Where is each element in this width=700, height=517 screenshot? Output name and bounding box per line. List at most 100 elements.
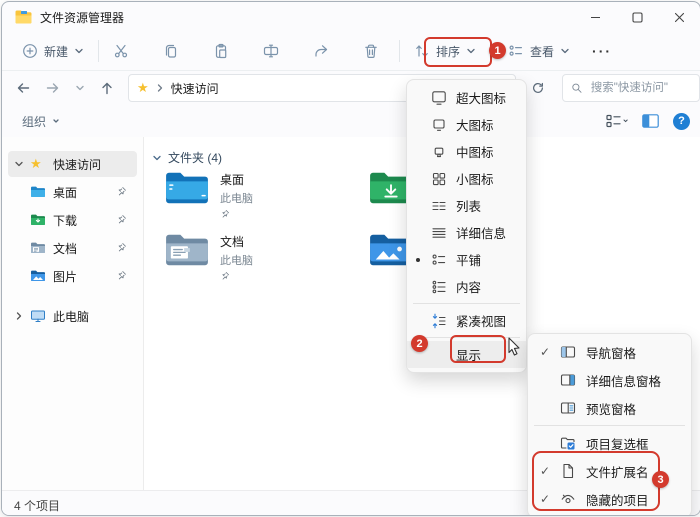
documents-folder-icon [164, 231, 210, 269]
rename-button[interactable] [255, 38, 287, 64]
forward-button[interactable] [38, 76, 68, 100]
sidebar-quick-access-label: 快速访问 [53, 156, 101, 173]
details-pane-icon [560, 372, 576, 388]
menu-item-label: 平铺 [456, 250, 481, 269]
address-row: ★ 快速访问 [2, 71, 700, 105]
menu-item-label: 内容 [456, 277, 481, 296]
tile-documents[interactable]: 文档 此电脑 [164, 231, 368, 293]
sidebar-this-pc-label: 此电脑 [53, 308, 89, 325]
menu-item-label: 中图标 [456, 142, 494, 161]
sidebar-item-quick-access[interactable]: ★ 快速访问 [8, 151, 137, 177]
sidebar-item-desktop[interactable]: 桌面 [8, 179, 137, 205]
up-button[interactable] [92, 76, 122, 100]
breadcrumb[interactable]: 快速访问 [171, 80, 219, 97]
new-plus-icon [22, 43, 38, 59]
submenu-item-label: 详细信息窗格 [586, 371, 661, 390]
expand-chevron-icon[interactable] [8, 311, 30, 321]
menu-item-list[interactable]: 列表 [407, 192, 526, 219]
pin-icon [116, 214, 127, 225]
sidebar-item-label: 下载 [53, 212, 77, 229]
this-pc-icon [30, 308, 46, 324]
sidebar-item-label: 文档 [53, 240, 77, 257]
submenu-item-label: 预览窗格 [586, 399, 636, 418]
menu-item-details[interactable]: 详细信息 [407, 219, 526, 246]
menu-separator [534, 425, 685, 426]
downloads-folder-icon [30, 212, 46, 228]
chevron-down-icon [560, 46, 570, 56]
menu-item-tiles[interactable]: 平铺 [407, 246, 526, 273]
chevron-down-icon [51, 116, 61, 126]
maximize-button[interactable] [616, 2, 658, 32]
menu-item-content[interactable]: 内容 [407, 273, 526, 300]
sidebar-item-label: 图片 [53, 268, 77, 285]
submenu-item-navigation-pane[interactable]: ✓ 导航窗格 [528, 338, 691, 366]
titlebar: 文件资源管理器 [2, 2, 700, 32]
new-button[interactable]: 新建 [14, 38, 92, 65]
menu-item-large-icons[interactable]: 大图标 [407, 111, 526, 138]
layout-options-icon[interactable] [606, 113, 628, 129]
menu-separator [413, 303, 520, 304]
menu-item-medium-icons[interactable]: 中图标 [407, 138, 526, 165]
small-icons-icon [431, 171, 447, 187]
menu-item-label: 详细信息 [456, 223, 506, 242]
chevron-down-icon [74, 46, 84, 56]
pin-icon [116, 242, 127, 253]
extra-large-icons-icon [431, 90, 447, 106]
sidebar-item-this-pc[interactable]: 此电脑 [8, 303, 137, 329]
explorer-folder-icon [15, 10, 32, 24]
folders-section-label: 文件夹 (4) [168, 149, 222, 166]
tile-desktop[interactable]: 桌面 此电脑 [164, 169, 368, 231]
menu-item-label: 列表 [456, 196, 481, 215]
navigation-pane: ★ 快速访问 桌面 下载 文档 [2, 137, 143, 491]
breadcrumb-chevron-icon [155, 83, 165, 93]
sidebar-item-documents[interactable]: 文档 [8, 235, 137, 261]
view-button[interactable]: 查看 [500, 38, 578, 65]
desktop-folder-icon [30, 184, 46, 200]
copy-icon [163, 43, 179, 59]
pin-icon [220, 271, 253, 281]
large-icons-icon [431, 117, 447, 133]
menu-item-extra-large-icons[interactable]: 超大图标 [407, 84, 526, 111]
section-collapse-chevron-icon [152, 153, 162, 163]
desktop-folder-icon [164, 169, 210, 207]
navigation-pane-icon [560, 344, 576, 360]
selected-bullet-icon [416, 258, 420, 262]
delete-button[interactable] [355, 38, 387, 64]
submenu-item-details-pane[interactable]: 详细信息窗格 [528, 366, 691, 394]
search-input[interactable] [589, 81, 691, 95]
share-icon-button[interactable] [305, 38, 337, 64]
refresh-icon[interactable] [524, 77, 552, 99]
window-title: 文件资源管理器 [40, 9, 124, 26]
preview-pane-toggle-icon[interactable] [642, 114, 659, 128]
trash-icon [363, 43, 379, 59]
recent-locations-button[interactable] [68, 79, 92, 97]
menu-item-label: 小图标 [456, 169, 494, 188]
check-icon: ✓ [540, 345, 560, 359]
organize-button[interactable]: 组织 [22, 113, 61, 130]
more-options-button[interactable]: ··· [592, 43, 612, 59]
back-button[interactable] [8, 76, 38, 100]
details-view-icon [431, 225, 447, 241]
help-icon[interactable]: ? [673, 113, 690, 130]
collapse-chevron-icon[interactable] [8, 159, 30, 169]
sidebar-item-downloads[interactable]: 下载 [8, 207, 137, 233]
minimize-button[interactable] [574, 2, 616, 32]
star-icon: ★ [30, 156, 46, 172]
pin-icon [116, 186, 127, 197]
share-icon [313, 43, 329, 59]
view-layout-icon [508, 43, 524, 59]
copy-button[interactable] [155, 38, 187, 64]
compact-view-icon [431, 313, 447, 329]
menu-item-compact-view[interactable]: 紧凑视图 [407, 307, 526, 334]
sidebar-item-pictures[interactable]: 图片 [8, 263, 137, 289]
organize-label: 组织 [22, 113, 46, 130]
pictures-folder-icon [30, 268, 46, 284]
annotation-step-1-badge: 1 [489, 42, 506, 59]
cut-button[interactable] [105, 38, 137, 64]
paste-button[interactable] [205, 38, 237, 64]
menu-item-small-icons[interactable]: 小图标 [407, 165, 526, 192]
close-button[interactable] [658, 2, 700, 32]
toolbar-separator [98, 40, 99, 62]
tile-location: 此电脑 [220, 190, 253, 206]
submenu-item-preview-pane[interactable]: 预览窗格 [528, 394, 691, 422]
